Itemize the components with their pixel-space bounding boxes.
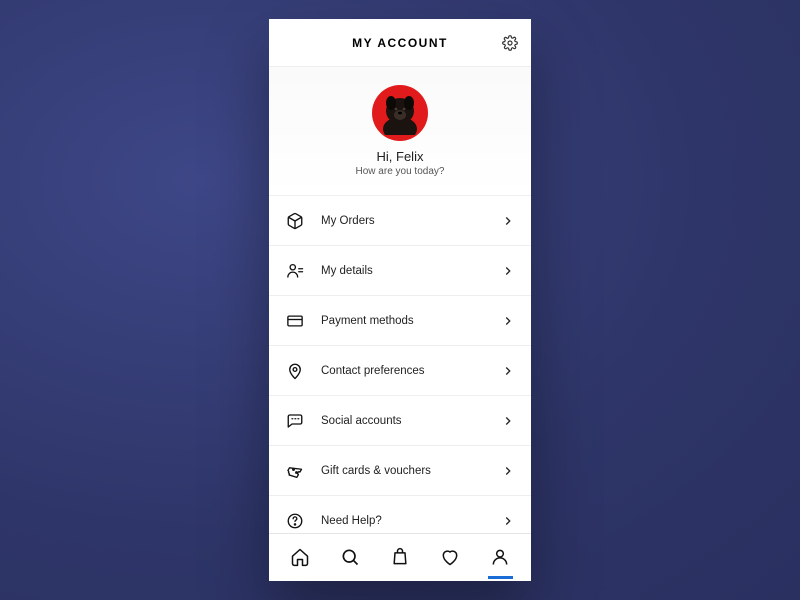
profile-section: Hi, Felix How are you today?	[269, 67, 531, 196]
menu-label: My Orders	[321, 215, 501, 227]
chevron-right-icon	[501, 414, 515, 428]
tab-account[interactable]	[475, 534, 525, 579]
avatar[interactable]	[372, 85, 428, 141]
avatar-image	[378, 91, 422, 135]
box-icon	[285, 211, 305, 231]
menu-label: Need Help?	[321, 515, 501, 527]
person-icon	[285, 261, 305, 281]
account-icon	[490, 547, 510, 567]
ticket-icon	[285, 461, 305, 481]
header: MY ACCOUNT	[269, 19, 531, 67]
pin-icon	[285, 361, 305, 381]
subgreeting-text: How are you today?	[356, 166, 445, 177]
search-icon	[340, 547, 360, 567]
menu-item-contact-preferences[interactable]: Contact preferences	[269, 346, 531, 396]
account-screen: MY ACCOUNT Hi, Felix How are you today?	[269, 19, 531, 581]
menu-label: Payment methods	[321, 315, 501, 327]
menu-label: My details	[321, 265, 501, 277]
menu-item-payment-methods[interactable]: Payment methods	[269, 296, 531, 346]
tab-search[interactable]	[325, 534, 375, 579]
bag-icon	[390, 547, 410, 567]
chevron-right-icon	[501, 464, 515, 478]
menu-list: My Orders My details	[269, 196, 531, 533]
menu-item-my-details[interactable]: My details	[269, 246, 531, 296]
tab-bag[interactable]	[375, 534, 425, 579]
home-icon	[290, 547, 310, 567]
gear-icon	[502, 35, 518, 51]
help-icon	[285, 511, 305, 531]
greeting-text: Hi, Felix	[377, 149, 424, 164]
card-icon	[285, 311, 305, 331]
tab-favorites[interactable]	[425, 534, 475, 579]
tab-home[interactable]	[275, 534, 325, 579]
chevron-right-icon	[501, 514, 515, 528]
chevron-right-icon	[501, 264, 515, 278]
heart-icon	[440, 547, 460, 567]
menu-item-gift-cards[interactable]: Gift cards & vouchers	[269, 446, 531, 496]
menu-label: Social accounts	[321, 415, 501, 427]
menu-label: Contact preferences	[321, 365, 501, 377]
chat-icon	[285, 411, 305, 431]
chevron-right-icon	[501, 214, 515, 228]
menu-item-need-help[interactable]: Need Help?	[269, 496, 531, 533]
menu-label: Gift cards & vouchers	[321, 465, 501, 477]
menu-item-my-orders[interactable]: My Orders	[269, 196, 531, 246]
settings-button[interactable]	[501, 34, 519, 52]
chevron-right-icon	[501, 314, 515, 328]
page-title: MY ACCOUNT	[352, 36, 448, 50]
chevron-right-icon	[501, 364, 515, 378]
tab-bar	[269, 533, 531, 581]
menu-item-social-accounts[interactable]: Social accounts	[269, 396, 531, 446]
